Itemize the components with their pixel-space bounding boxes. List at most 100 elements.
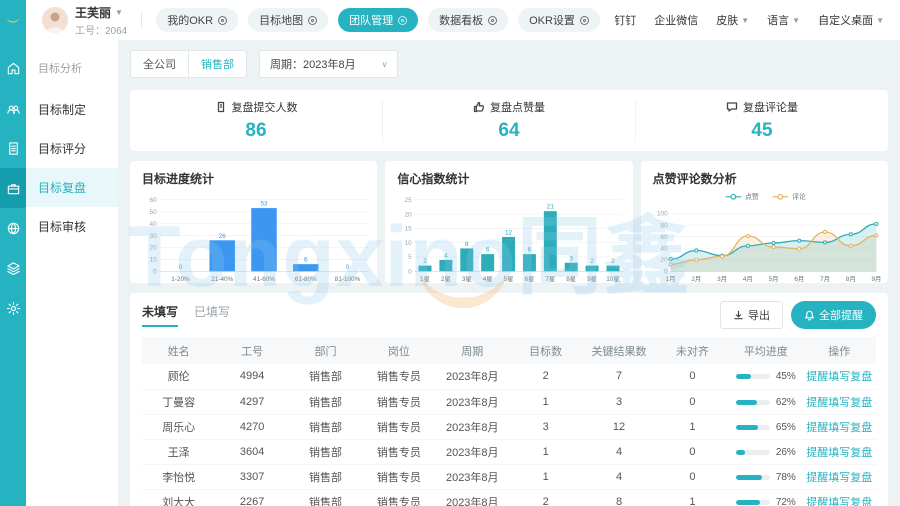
cell-goal-count: 1: [509, 439, 582, 464]
cell-action: 提醒填写复盘: [803, 389, 876, 414]
svg-text:9月: 9月: [871, 275, 881, 283]
chart-canvas-1: 051015202521星42星83星64星125星66星217星38星29星2…: [393, 189, 628, 285]
globe-icon: [6, 221, 21, 236]
svg-text:2: 2: [591, 258, 595, 265]
target-circle-icon: [308, 16, 317, 25]
topbar-dropdown-1[interactable]: 语言▼: [767, 12, 800, 28]
topbar-dropdown-2[interactable]: 自定义桌面▼: [818, 12, 884, 28]
svg-text:5: 5: [408, 254, 412, 261]
cell-action: 提醒填写复盘: [803, 439, 876, 464]
nav-tab-2[interactable]: 团队管理: [338, 8, 418, 32]
rail-item-gear-icon[interactable]: [0, 288, 26, 328]
table-tab-1[interactable]: 已填写: [194, 303, 230, 327]
progress-bar: [736, 425, 770, 430]
remind-fill-review-link[interactable]: 提醒填写复盘: [806, 497, 872, 506]
nav-tab-label: 团队管理: [349, 12, 393, 28]
chart-card-1: 信心指数统计051015202521星42星83星64星125星66星217星3…: [385, 161, 632, 283]
svg-text:点赞: 点赞: [745, 192, 759, 201]
cell-key-result-count: 7: [582, 364, 655, 389]
remind-all-button[interactable]: 全部提醒: [791, 301, 876, 329]
cell-position: 销售专员: [362, 389, 435, 414]
user-employee-id: 工号：2064: [75, 22, 127, 37]
cell-name: 李怡悦: [142, 464, 215, 489]
nav-tab-3[interactable]: 数据看板: [428, 8, 508, 32]
topbar-link-1[interactable]: 企业微信: [654, 12, 698, 28]
cell-period: 2023年8月: [436, 414, 509, 439]
scope-option-0[interactable]: 全公司: [131, 51, 188, 77]
sidebar-item-1[interactable]: 目标评分: [26, 129, 118, 168]
remind-fill-review-link[interactable]: 提醒填写复盘: [806, 422, 872, 434]
chevron-down-icon: ∨: [382, 60, 388, 69]
cell-unaligned: 0: [656, 364, 729, 389]
svg-text:61-80%: 61-80%: [295, 276, 317, 283]
cell-period: 2023年8月: [436, 489, 509, 506]
nav-tab-label: 我的OKR: [167, 12, 213, 28]
svg-text:6: 6: [304, 257, 308, 264]
column-header-0: 姓名: [142, 337, 215, 364]
svg-text:评论: 评论: [792, 192, 806, 201]
column-header-3: 岗位: [362, 337, 435, 364]
svg-text:80: 80: [660, 222, 668, 229]
remind-fill-review-link[interactable]: 提醒填写复盘: [806, 447, 872, 459]
column-header-1: 工号: [215, 337, 288, 364]
rail-item-home-icon[interactable]: [0, 48, 26, 88]
chart-card-2: 点赞评论数分析点赞评论0204060801001月2月3月4月5月6月7月8月9…: [641, 161, 888, 283]
period-dropdown[interactable]: 周期：2023年8月 ∨: [259, 50, 398, 78]
svg-text:21: 21: [547, 204, 555, 211]
export-button[interactable]: 导出: [720, 301, 783, 329]
rail-item-globe-icon[interactable]: [0, 208, 26, 248]
charts-row: 目标进度统计010203040506001-20%2621-40%5341-60…: [130, 161, 888, 283]
sidebar-item-3[interactable]: 目标审核: [26, 207, 118, 246]
cell-department: 销售部: [289, 414, 362, 439]
chevron-down-icon: ▼: [741, 16, 749, 25]
review-table: 姓名工号部门岗位周期目标数关键结果数未对齐平均进度操作 顾伦4994销售部销售专…: [142, 337, 876, 506]
table-tabs: 未填写已填写: [142, 303, 246, 327]
table-row: 王泽3604销售部销售专员2023年8月14026%提醒填写复盘: [142, 439, 876, 464]
cell-name: 刘大大: [142, 489, 215, 506]
table-tab-0[interactable]: 未填写: [142, 303, 178, 327]
topbar-link-0[interactable]: 钉钉: [614, 12, 636, 28]
rail-item-users-icon[interactable]: [0, 88, 26, 128]
table-row: 刘大大2267销售部销售专员2023年8月28172%提醒填写复盘: [142, 489, 876, 506]
column-header-7: 未对齐: [656, 337, 729, 364]
topbar-right: 钉钉 企业微信 皮肤▼ 语言▼ 自定义桌面▼: [614, 12, 900, 28]
thumbs-up-icon: [473, 101, 485, 113]
user-block[interactable]: 王芙丽▼ 工号：2064: [26, 4, 141, 37]
cell-position: 销售专员: [362, 414, 435, 439]
cell-goal-count: 3: [509, 414, 582, 439]
nav-tab-4[interactable]: OKR设置: [518, 8, 600, 32]
cell-employee-id: 2267: [215, 489, 288, 506]
app-logo[interactable]: [0, 0, 26, 40]
nav-tab-0[interactable]: 我的OKR: [156, 8, 238, 32]
svg-text:20: 20: [660, 257, 668, 264]
rail-item-layers-icon[interactable]: [0, 248, 26, 288]
cell-period: 2023年8月: [436, 364, 509, 389]
cell-action: 提醒填写复盘: [803, 489, 876, 506]
svg-text:0: 0: [408, 269, 412, 276]
remind-fill-review-link[interactable]: 提醒填写复盘: [806, 472, 872, 484]
cell-department: 销售部: [289, 389, 362, 414]
cell-progress: 45%: [729, 364, 802, 389]
cell-name: 周乐心: [142, 414, 215, 439]
smile-logo-icon: [4, 11, 22, 29]
chevron-down-icon: ▼: [876, 16, 884, 25]
progress-value: 26%: [776, 447, 796, 458]
stat-value: 86: [130, 120, 382, 142]
rail-item-document-icon[interactable]: [0, 128, 26, 168]
divider: [141, 11, 142, 29]
sidebar-item-2[interactable]: 目标复盘: [26, 168, 118, 207]
scope-option-1[interactable]: 销售部: [188, 51, 246, 77]
sidebar-item-0[interactable]: 目标制定: [26, 90, 118, 129]
topbar-dropdown-0[interactable]: 皮肤▼: [716, 12, 749, 28]
remind-fill-review-link[interactable]: 提醒填写复盘: [806, 371, 872, 383]
cell-name: 丁曼容: [142, 389, 215, 414]
svg-text:1月: 1月: [665, 275, 675, 283]
secondary-sidebar: 目标分析 目标制定目标评分目标复盘目标审核: [26, 40, 118, 506]
table-row: 李怡悦3307销售部销售专员2023年8月14078%提醒填写复盘: [142, 464, 876, 489]
svg-text:3星: 3星: [462, 275, 472, 283]
svg-text:40: 40: [150, 221, 158, 228]
remind-fill-review-link[interactable]: 提醒填写复盘: [806, 397, 872, 409]
nav-tab-1[interactable]: 目标地图: [248, 8, 328, 32]
stat-label: 复盘点赞量: [490, 99, 545, 115]
rail-item-briefcase-icon[interactable]: [0, 168, 26, 208]
